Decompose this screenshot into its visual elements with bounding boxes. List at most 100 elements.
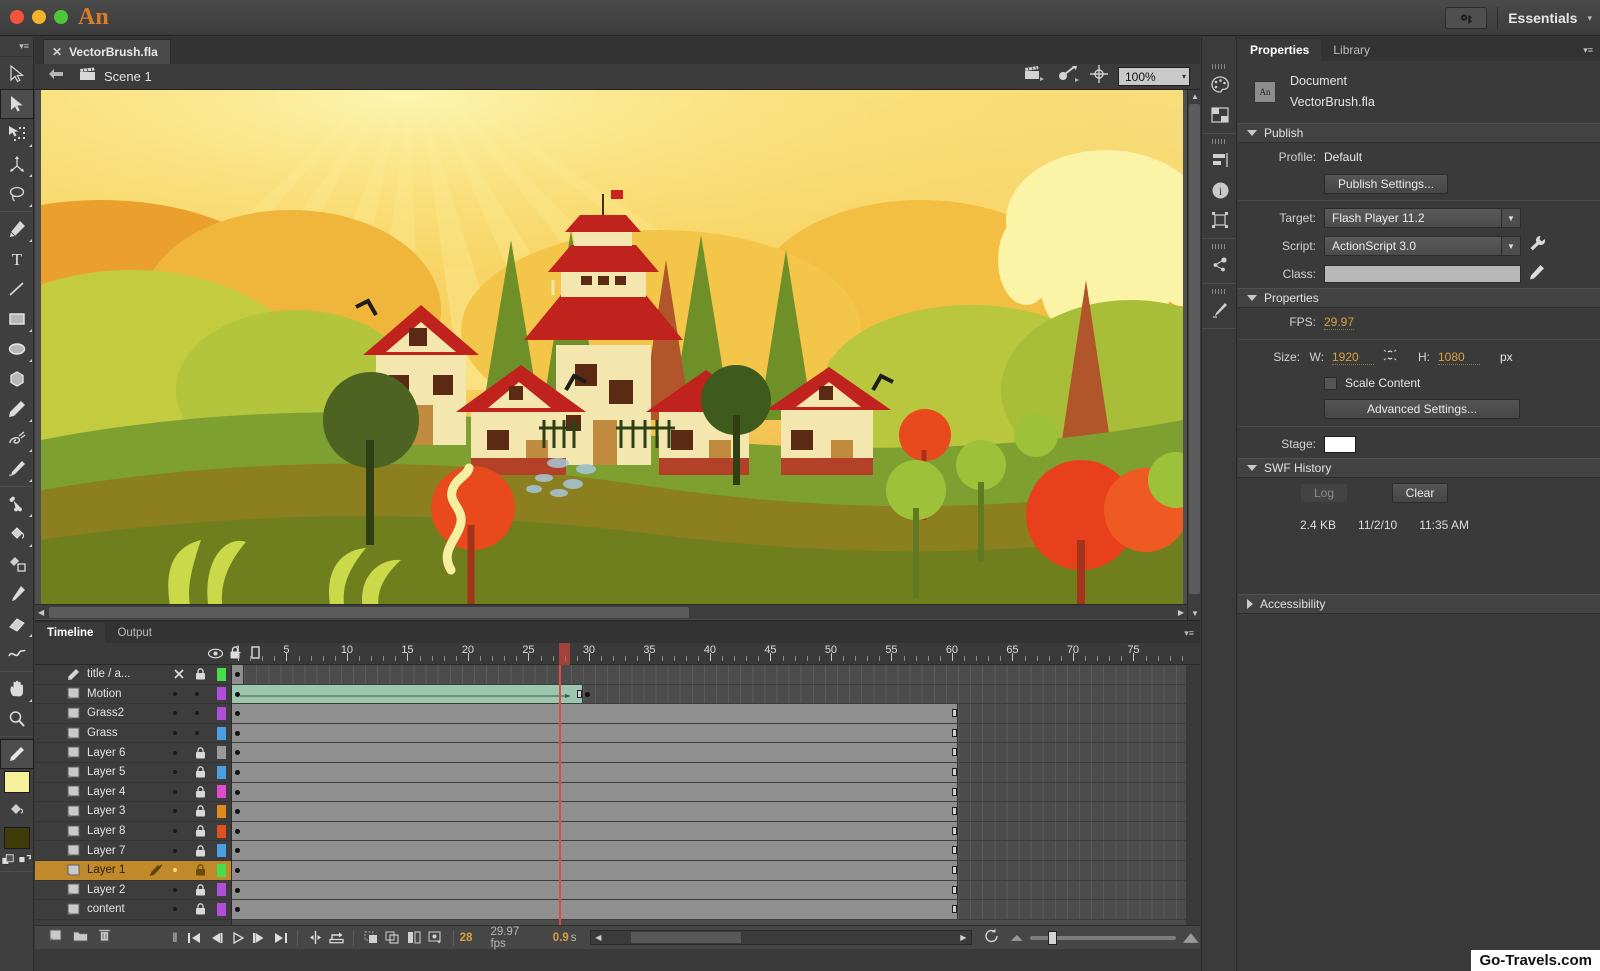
paint-brush-tool[interactable] (0, 424, 34, 454)
clear-button[interactable]: Clear (1392, 483, 1448, 503)
layer-outline-color[interactable] (217, 863, 226, 877)
layer-lock-toggle[interactable] (195, 691, 199, 696)
reset-timeline-icon[interactable] (984, 928, 1000, 948)
end-frame-marker[interactable] (952, 709, 957, 718)
layer-outline-color[interactable] (217, 687, 226, 701)
eye-icon[interactable] (205, 646, 225, 664)
timeline-scroll-right-arrow[interactable]: ▶ (960, 933, 966, 942)
zoom-tool[interactable] (0, 704, 34, 734)
layer-lock-toggle[interactable] (195, 746, 206, 759)
layer-visibility-toggle[interactable] (173, 809, 177, 814)
chevron-right-icon[interactable] (1247, 599, 1253, 609)
layer-row[interactable]: Motion (35, 685, 231, 705)
timeline-zoom-knob[interactable] (1047, 930, 1057, 945)
layer-row[interactable]: content (35, 900, 231, 920)
timeline-zoom-slider[interactable] (1029, 930, 1177, 945)
fps-readout[interactable]: 29.97 fps (490, 926, 536, 950)
keyframe-marker[interactable] (235, 769, 240, 775)
tab-timeline[interactable]: Timeline (35, 623, 106, 643)
layer-row[interactable]: Layer 5 (35, 763, 231, 783)
step-back-one-frame-button[interactable] (205, 927, 227, 949)
edit-class-pencil-icon[interactable] (1529, 264, 1545, 285)
layer-row[interactable]: Layer 2 (35, 881, 231, 901)
zoom-level-selector[interactable]: 100% ▾ (1118, 67, 1190, 86)
tab-properties[interactable]: Properties (1238, 39, 1322, 61)
layer-outline-color[interactable] (217, 785, 226, 799)
workspace-name[interactable]: Essentials (1508, 10, 1577, 26)
edit-multiple-frames-button[interactable] (404, 927, 426, 949)
chevron-down-icon[interactable]: ▼ (1501, 237, 1520, 255)
timeline-hscroll-thumb[interactable] (631, 932, 742, 943)
keyframe-marker[interactable] (235, 867, 240, 873)
profile-value[interactable]: Default (1324, 150, 1362, 164)
layer-row[interactable]: Layer 7 (35, 841, 231, 861)
workspace-dropdown-caret[interactable]: ▾ (1587, 13, 1592, 24)
fill-color-swatch-row[interactable] (0, 825, 33, 851)
elapsed-time-value[interactable]: 0.9 (553, 932, 569, 944)
center-stage-icon[interactable] (1090, 65, 1108, 88)
layer-lock-toggle[interactable] (195, 884, 206, 896)
frame-row[interactable] (232, 860, 1186, 881)
layer-visibility-toggle[interactable] (173, 907, 177, 912)
frame-row[interactable] (232, 821, 1186, 842)
scale-content-checkbox[interactable] (1324, 376, 1337, 390)
publish-settings-button[interactable]: Publish Settings... (1324, 174, 1448, 194)
target-select[interactable]: Flash Player 11.2 ▼ (1324, 208, 1521, 228)
play-button[interactable] (227, 927, 249, 949)
frame-span[interactable] (232, 743, 958, 762)
chevron-down-icon[interactable] (1247, 465, 1257, 471)
keyframe-marker[interactable] (235, 672, 240, 677)
layer-outline-color[interactable] (217, 706, 226, 720)
dock-grip-2[interactable] (1202, 137, 1236, 145)
tab-output[interactable]: Output (105, 623, 164, 643)
end-frame-marker[interactable] (952, 728, 957, 737)
layer-outline-color[interactable] (217, 844, 226, 858)
scroll-down-arrow[interactable]: ▼ (1191, 609, 1199, 618)
trash-icon[interactable] (98, 928, 111, 947)
layer-row[interactable]: Layer 3 (35, 802, 231, 822)
end-frame-marker[interactable] (952, 905, 957, 914)
polystar-tool[interactable] (0, 364, 34, 394)
end-frame-marker[interactable] (952, 787, 957, 796)
layer-visibility-toggle[interactable] (173, 770, 177, 775)
section-accessibility[interactable]: Accessibility (1238, 594, 1600, 614)
layer-row[interactable]: title / a... (35, 665, 231, 685)
stroke-color-pencil-icon[interactable] (0, 739, 34, 769)
close-icon[interactable]: ✕ (52, 45, 62, 59)
chevron-down-icon[interactable]: ▼ (1501, 209, 1520, 227)
pen-tool[interactable] (0, 214, 34, 244)
layer-visibility-toggle[interactable] (173, 731, 177, 736)
layer-row[interactable]: Layer 8 (35, 822, 231, 842)
frame-row[interactable] (232, 782, 1186, 803)
frame-row[interactable] (232, 880, 1186, 901)
pencil-tool[interactable] (0, 394, 34, 424)
close-window-button[interactable] (10, 10, 24, 24)
hand-tool[interactable] (0, 674, 34, 704)
keyframe-marker[interactable] (235, 828, 240, 834)
end-frame-marker[interactable] (952, 826, 957, 835)
layer-list[interactable]: title / a... Motion Grass2 Grass Layer 6 Laye… (35, 665, 232, 925)
text-tool[interactable]: T (0, 244, 34, 274)
end-frame-marker[interactable] (952, 767, 957, 776)
scroll-left-arrow[interactable]: ◀ (38, 608, 44, 617)
free-transform-tool[interactable] (0, 119, 34, 149)
bone-tool[interactable] (0, 489, 34, 519)
end-frame-marker[interactable] (952, 807, 957, 816)
frame-row[interactable] (232, 841, 1186, 861)
new-folder-icon[interactable] (73, 929, 88, 947)
frame-row[interactable] (232, 762, 1186, 783)
loop-playback-button[interactable] (326, 927, 348, 949)
layer-row[interactable]: Layer 1 (35, 860, 231, 881)
tools-panel-menu[interactable]: ▾≡ (0, 37, 33, 57)
layer-lock-toggle[interactable] (195, 903, 206, 915)
layer-visibility-toggle[interactable] (173, 668, 185, 680)
layer-lock-toggle[interactable] (195, 786, 206, 798)
width-value[interactable]: 1920 (1332, 350, 1374, 365)
stroke-color-swatch-row[interactable] (0, 769, 33, 795)
layer-outline-color[interactable] (217, 726, 226, 740)
keyframe-marker[interactable] (235, 789, 240, 795)
frame-span[interactable] (232, 900, 958, 919)
layer-lock-toggle[interactable] (195, 668, 206, 680)
dock-grip-4[interactable] (1202, 287, 1236, 295)
layer-outline-color[interactable] (217, 902, 226, 916)
